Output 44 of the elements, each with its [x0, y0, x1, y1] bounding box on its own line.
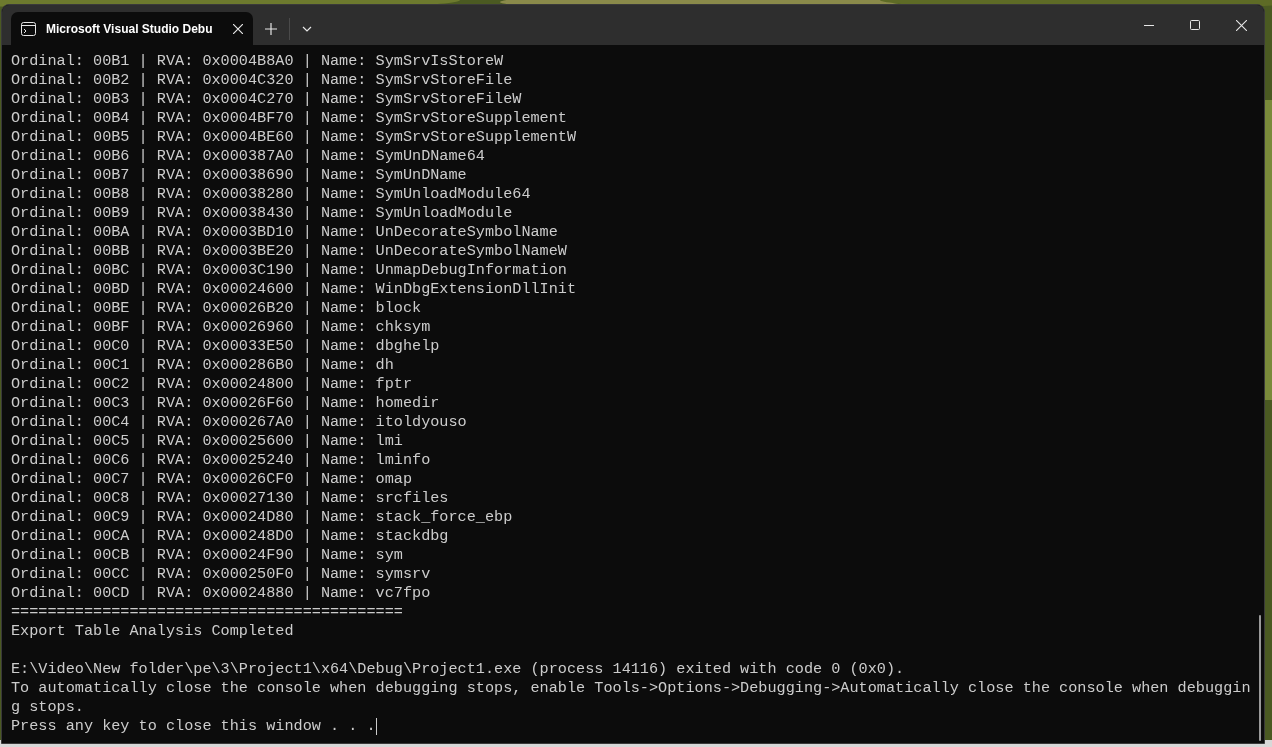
text-cursor [375, 718, 377, 735]
console-line: Ordinal: 00BA | RVA: 0x0003BD10 | Name: UnDecorateSymbolName [11, 223, 558, 242]
console-line: Ordinal: 00BF | RVA: 0x00026960 | Name: chksym [11, 318, 431, 337]
console-line: =========================================== [11, 603, 403, 622]
tab-title: Microsoft Visual Studio Debu [46, 20, 214, 38]
chevron-down-icon[interactable] [302, 25, 312, 32]
console-line: Ordinal: 00CD | RVA: 0x00024880 | Name: vc7fpo [11, 584, 431, 603]
console-line: Ordinal: 00CC | RVA: 0x000250F0 | Name: symsrv [11, 565, 431, 584]
console-line: Ordinal: 00B2 | RVA: 0x0004C320 | Name: SymSrvStoreFile [11, 71, 513, 90]
close-icon[interactable] [1235, 19, 1247, 31]
console-line: Ordinal: 00C8 | RVA: 0x00027130 | Name: srcfiles [11, 489, 449, 508]
tab[interactable]: Microsoft Visual Studio Debu [11, 12, 253, 45]
console-line: Ordinal: 00B7 | RVA: 0x00038690 | Name: SymUnDName [11, 166, 467, 185]
console-line: Ordinal: 00BB | RVA: 0x0003BE20 | Name: UnDecorateSymbolNameW [11, 242, 567, 261]
minimize-icon[interactable] [1144, 24, 1154, 26]
console-line: Ordinal: 00C7 | RVA: 0x00026CF0 | Name: omap [11, 470, 412, 489]
console-line: Ordinal: 00CB | RVA: 0x00024F90 | Name: sym [11, 546, 403, 565]
console-line: Ordinal: 00BD | RVA: 0x00024600 | Name: WinDbgExtensionDllInit [11, 280, 577, 299]
console-line: Ordinal: 00B1 | RVA: 0x0004B8A0 | Name: SymSrvIsStoreW [11, 52, 504, 71]
console-line: Ordinal: 00B4 | RVA: 0x0004BF70 | Name: SymSrvStoreSupplement [11, 109, 567, 128]
console-line: Ordinal: 00B9 | RVA: 0x00038430 | Name: SymUnloadModule [11, 204, 513, 223]
console-line: Ordinal: 00BC | RVA: 0x0003C190 | Name: UnmapDebugInformation [11, 261, 567, 280]
terminal-icon [21, 21, 36, 36]
console-line: Ordinal: 00CA | RVA: 0x000248D0 | Name: stackdbg [11, 527, 449, 546]
close-icon[interactable] [233, 23, 243, 34]
console-line: Ordinal: 00C9 | RVA: 0x00024D80 | Name: stack_force_ebp [11, 508, 513, 527]
plus-icon[interactable] [265, 22, 277, 35]
console-line: Ordinal: 00B6 | RVA: 0x000387A0 | Name: SymUnDName64 [11, 147, 485, 166]
console-line: Ordinal: 00C0 | RVA: 0x00033E50 | Name: dbghelp [11, 337, 440, 356]
console-line: Ordinal: 00C3 | RVA: 0x00026F60 | Name: homedir [11, 394, 440, 413]
console-line: Ordinal: 00B5 | RVA: 0x0004BE60 | Name: SymSrvStoreSupplementW [11, 128, 577, 147]
console-line: Ordinal: 00BE | RVA: 0x00026B20 | Name: block [11, 299, 422, 318]
console-line: To automatically close the console when debugging stops, enable Tools->Options->Debugging->Automatically close the console when debugging stops. [11, 679, 1252, 717]
console-line: Ordinal: 00C5 | RVA: 0x00025600 | Name: lmi [11, 432, 403, 451]
console-line: Press any key to close this window . . . [11, 717, 376, 736]
console-line: Export Table Analysis Completed [11, 622, 294, 641]
console-line: Ordinal: 00C6 | RVA: 0x00025240 | Name: lminfo [11, 451, 431, 470]
console-line: Ordinal: 00C4 | RVA: 0x000267A0 | Name: itoldyouso [11, 413, 467, 432]
console-line: E:\Video\New folder\pe\3\Project1\x64\Debug\Project1.exe (process 14116) exited with code 0 (0x0). [11, 660, 905, 679]
console-line: Ordinal: 00B3 | RVA: 0x0004C270 | Name: SymSrvStoreFileW [11, 90, 522, 109]
console-line: Ordinal: 00B8 | RVA: 0x00038280 | Name: SymUnloadModule64 [11, 185, 531, 204]
console-line: Ordinal: 00C2 | RVA: 0x00024800 | Name: fptr [11, 375, 412, 394]
console-line: Ordinal: 00C1 | RVA: 0x000286B0 | Name: dh [11, 356, 394, 375]
maximize-icon[interactable] [1190, 20, 1200, 30]
